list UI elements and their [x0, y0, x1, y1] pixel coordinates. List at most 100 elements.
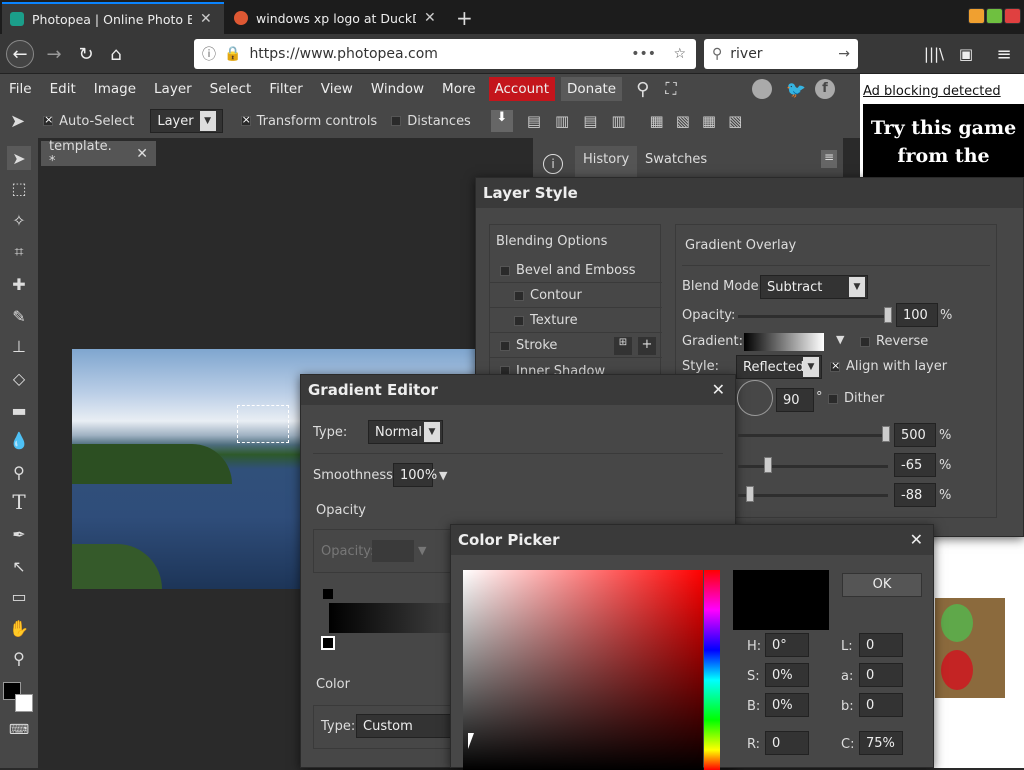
- stamp-tool-icon[interactable]: ⊥: [7, 334, 31, 358]
- blending-options-item[interactable]: Blending Options: [490, 225, 660, 258]
- brush-tool-icon[interactable]: ✎: [7, 304, 31, 328]
- gradient-tool-icon[interactable]: ▬: [7, 398, 31, 422]
- align-icons[interactable]: ▤▥▤▥: [527, 112, 640, 130]
- align-with-layer-toggle[interactable]: Align with layer: [830, 359, 947, 374]
- angle-input[interactable]: 90: [776, 388, 814, 412]
- info-icon[interactable]: i: [543, 154, 563, 174]
- move-tool-icon[interactable]: ➤: [7, 146, 31, 170]
- minimize-button[interactable]: [968, 8, 985, 24]
- search-go-icon[interactable]: →: [838, 46, 850, 62]
- menu-image[interactable]: Image: [85, 74, 145, 104]
- r-input[interactable]: 0: [765, 731, 809, 755]
- menu-more[interactable]: More: [433, 74, 484, 104]
- crop-tool-icon[interactable]: ⌗: [7, 240, 31, 264]
- blend-mode-select[interactable]: Subtract ▼: [760, 275, 868, 299]
- offset-y-input[interactable]: -88: [894, 483, 936, 507]
- background-color-swatch[interactable]: [15, 694, 33, 712]
- donate-button[interactable]: Donate: [561, 77, 623, 101]
- maximize-button[interactable]: [986, 8, 1003, 24]
- offset-x-slider[interactable]: [738, 465, 888, 468]
- keyboard-icon[interactable]: ⌨: [7, 718, 31, 742]
- dither-toggle[interactable]: Dither: [828, 391, 884, 406]
- effect-bevel-emboss[interactable]: Bevel and Emboss: [490, 259, 662, 283]
- hand-tool-icon[interactable]: ✋: [7, 616, 31, 640]
- facebook-icon[interactable]: f: [815, 79, 835, 99]
- color-stop[interactable]: [321, 636, 335, 650]
- chevron-down-icon[interactable]: ▼: [836, 333, 844, 346]
- scale-input[interactable]: 500: [894, 423, 936, 447]
- scale-slider-handle[interactable]: [882, 426, 890, 442]
- magic-wand-icon[interactable]: ✧: [7, 208, 31, 232]
- path-select-icon[interactable]: ↖: [7, 554, 31, 578]
- tab-history[interactable]: History: [575, 146, 638, 178]
- menu-window[interactable]: Window: [362, 74, 433, 104]
- search-icon[interactable]: ⚲: [636, 79, 649, 100]
- hamburger-menu-icon[interactable]: ≡: [990, 40, 1018, 68]
- close-tab-icon[interactable]: ✕: [424, 10, 436, 26]
- effect-stroke[interactable]: Stroke ⊞ +: [490, 334, 662, 358]
- auto-select-toggle[interactable]: Auto-Select: [43, 113, 134, 129]
- offset-y-slider-handle[interactable]: [746, 486, 754, 502]
- close-tab-icon[interactable]: ✕: [200, 11, 212, 27]
- bookmark-star-icon[interactable]: ☆: [673, 46, 686, 62]
- opacity-slider-handle[interactable]: [884, 307, 892, 323]
- forward-icon[interactable]: →: [40, 40, 68, 68]
- fullscreen-icon[interactable]: ⛶: [665, 79, 676, 99]
- menu-layer[interactable]: Layer: [145, 74, 201, 104]
- search-field[interactable]: ⚲ river →: [704, 39, 858, 69]
- account-button[interactable]: Account: [488, 77, 556, 101]
- smoothness-input[interactable]: 100%: [393, 463, 437, 487]
- menu-edit[interactable]: Edit: [41, 74, 85, 104]
- sidebar-icon[interactable]: ▣: [952, 40, 980, 68]
- reddit-icon[interactable]: [752, 79, 772, 99]
- marquee-tool-icon[interactable]: ⬚: [7, 176, 31, 200]
- home-icon[interactable]: ⌂: [102, 40, 130, 68]
- url-bar[interactable]: ⓘ 🔒 https://www.photopea.com ••• ☆: [194, 39, 696, 69]
- hue-slider[interactable]: [704, 570, 720, 770]
- twitter-icon[interactable]: 🐦: [786, 80, 806, 99]
- reverse-toggle[interactable]: Reverse: [860, 334, 928, 349]
- duplicate-effect-icon[interactable]: ⊞: [614, 336, 632, 355]
- offset-y-slider[interactable]: [738, 494, 888, 497]
- menu-select[interactable]: Select: [201, 74, 261, 104]
- offset-x-slider-handle[interactable]: [764, 457, 772, 473]
- chevron-down-icon[interactable]: ▼: [439, 469, 447, 482]
- gradient-type-select[interactable]: Normal ▼: [368, 420, 443, 444]
- download-icon[interactable]: ⬇: [490, 110, 513, 132]
- b-brightness-input[interactable]: 0%: [765, 693, 809, 717]
- add-effect-icon[interactable]: +: [638, 336, 656, 355]
- scale-slider[interactable]: [738, 434, 888, 437]
- move-tool-icon[interactable]: ➤: [10, 111, 25, 132]
- panel-menu-icon[interactable]: ≡: [821, 150, 837, 168]
- gradient-preview[interactable]: [744, 333, 824, 351]
- dodge-tool-icon[interactable]: ⚲: [7, 460, 31, 484]
- menu-view[interactable]: View: [312, 74, 362, 104]
- distances-toggle[interactable]: Distances: [391, 114, 471, 129]
- effect-texture[interactable]: Texture: [490, 309, 662, 333]
- opacity-input[interactable]: 100: [896, 303, 938, 327]
- page-actions-icon[interactable]: •••: [631, 46, 656, 62]
- opacity-stop[interactable]: [323, 589, 333, 599]
- zoom-tool-icon[interactable]: ⚲: [7, 646, 31, 670]
- tab-duckduckgo[interactable]: windows xp logo at DuckDuc ✕: [226, 2, 448, 34]
- info-icon[interactable]: ⓘ: [202, 44, 216, 64]
- transform-bounding-box[interactable]: [237, 405, 289, 443]
- effect-contour[interactable]: Contour: [490, 284, 662, 308]
- layer-select[interactable]: Layer ▼: [150, 109, 223, 133]
- ok-button[interactable]: OK: [842, 573, 922, 597]
- close-icon[interactable]: ✕: [712, 380, 725, 399]
- opacity-slider[interactable]: [738, 315, 890, 318]
- ad-blocking-link[interactable]: Ad blocking detected: [863, 84, 1001, 99]
- offset-x-input[interactable]: -65: [894, 453, 936, 477]
- type-tool-icon[interactable]: T: [7, 490, 31, 514]
- tab-swatches[interactable]: Swatches: [645, 152, 707, 167]
- s-input[interactable]: 0%: [765, 663, 809, 687]
- back-icon[interactable]: ←: [6, 40, 34, 68]
- gradient-bar[interactable]: [329, 603, 459, 633]
- l-input[interactable]: 0: [859, 633, 903, 657]
- stop-opacity-input[interactable]: [372, 540, 414, 562]
- reload-icon[interactable]: ↻: [72, 40, 100, 68]
- tab-photopea[interactable]: Photopea | Online Photo Edit ✕: [2, 2, 224, 34]
- library-icon[interactable]: |||\: [920, 40, 948, 68]
- close-window-button[interactable]: [1004, 8, 1021, 24]
